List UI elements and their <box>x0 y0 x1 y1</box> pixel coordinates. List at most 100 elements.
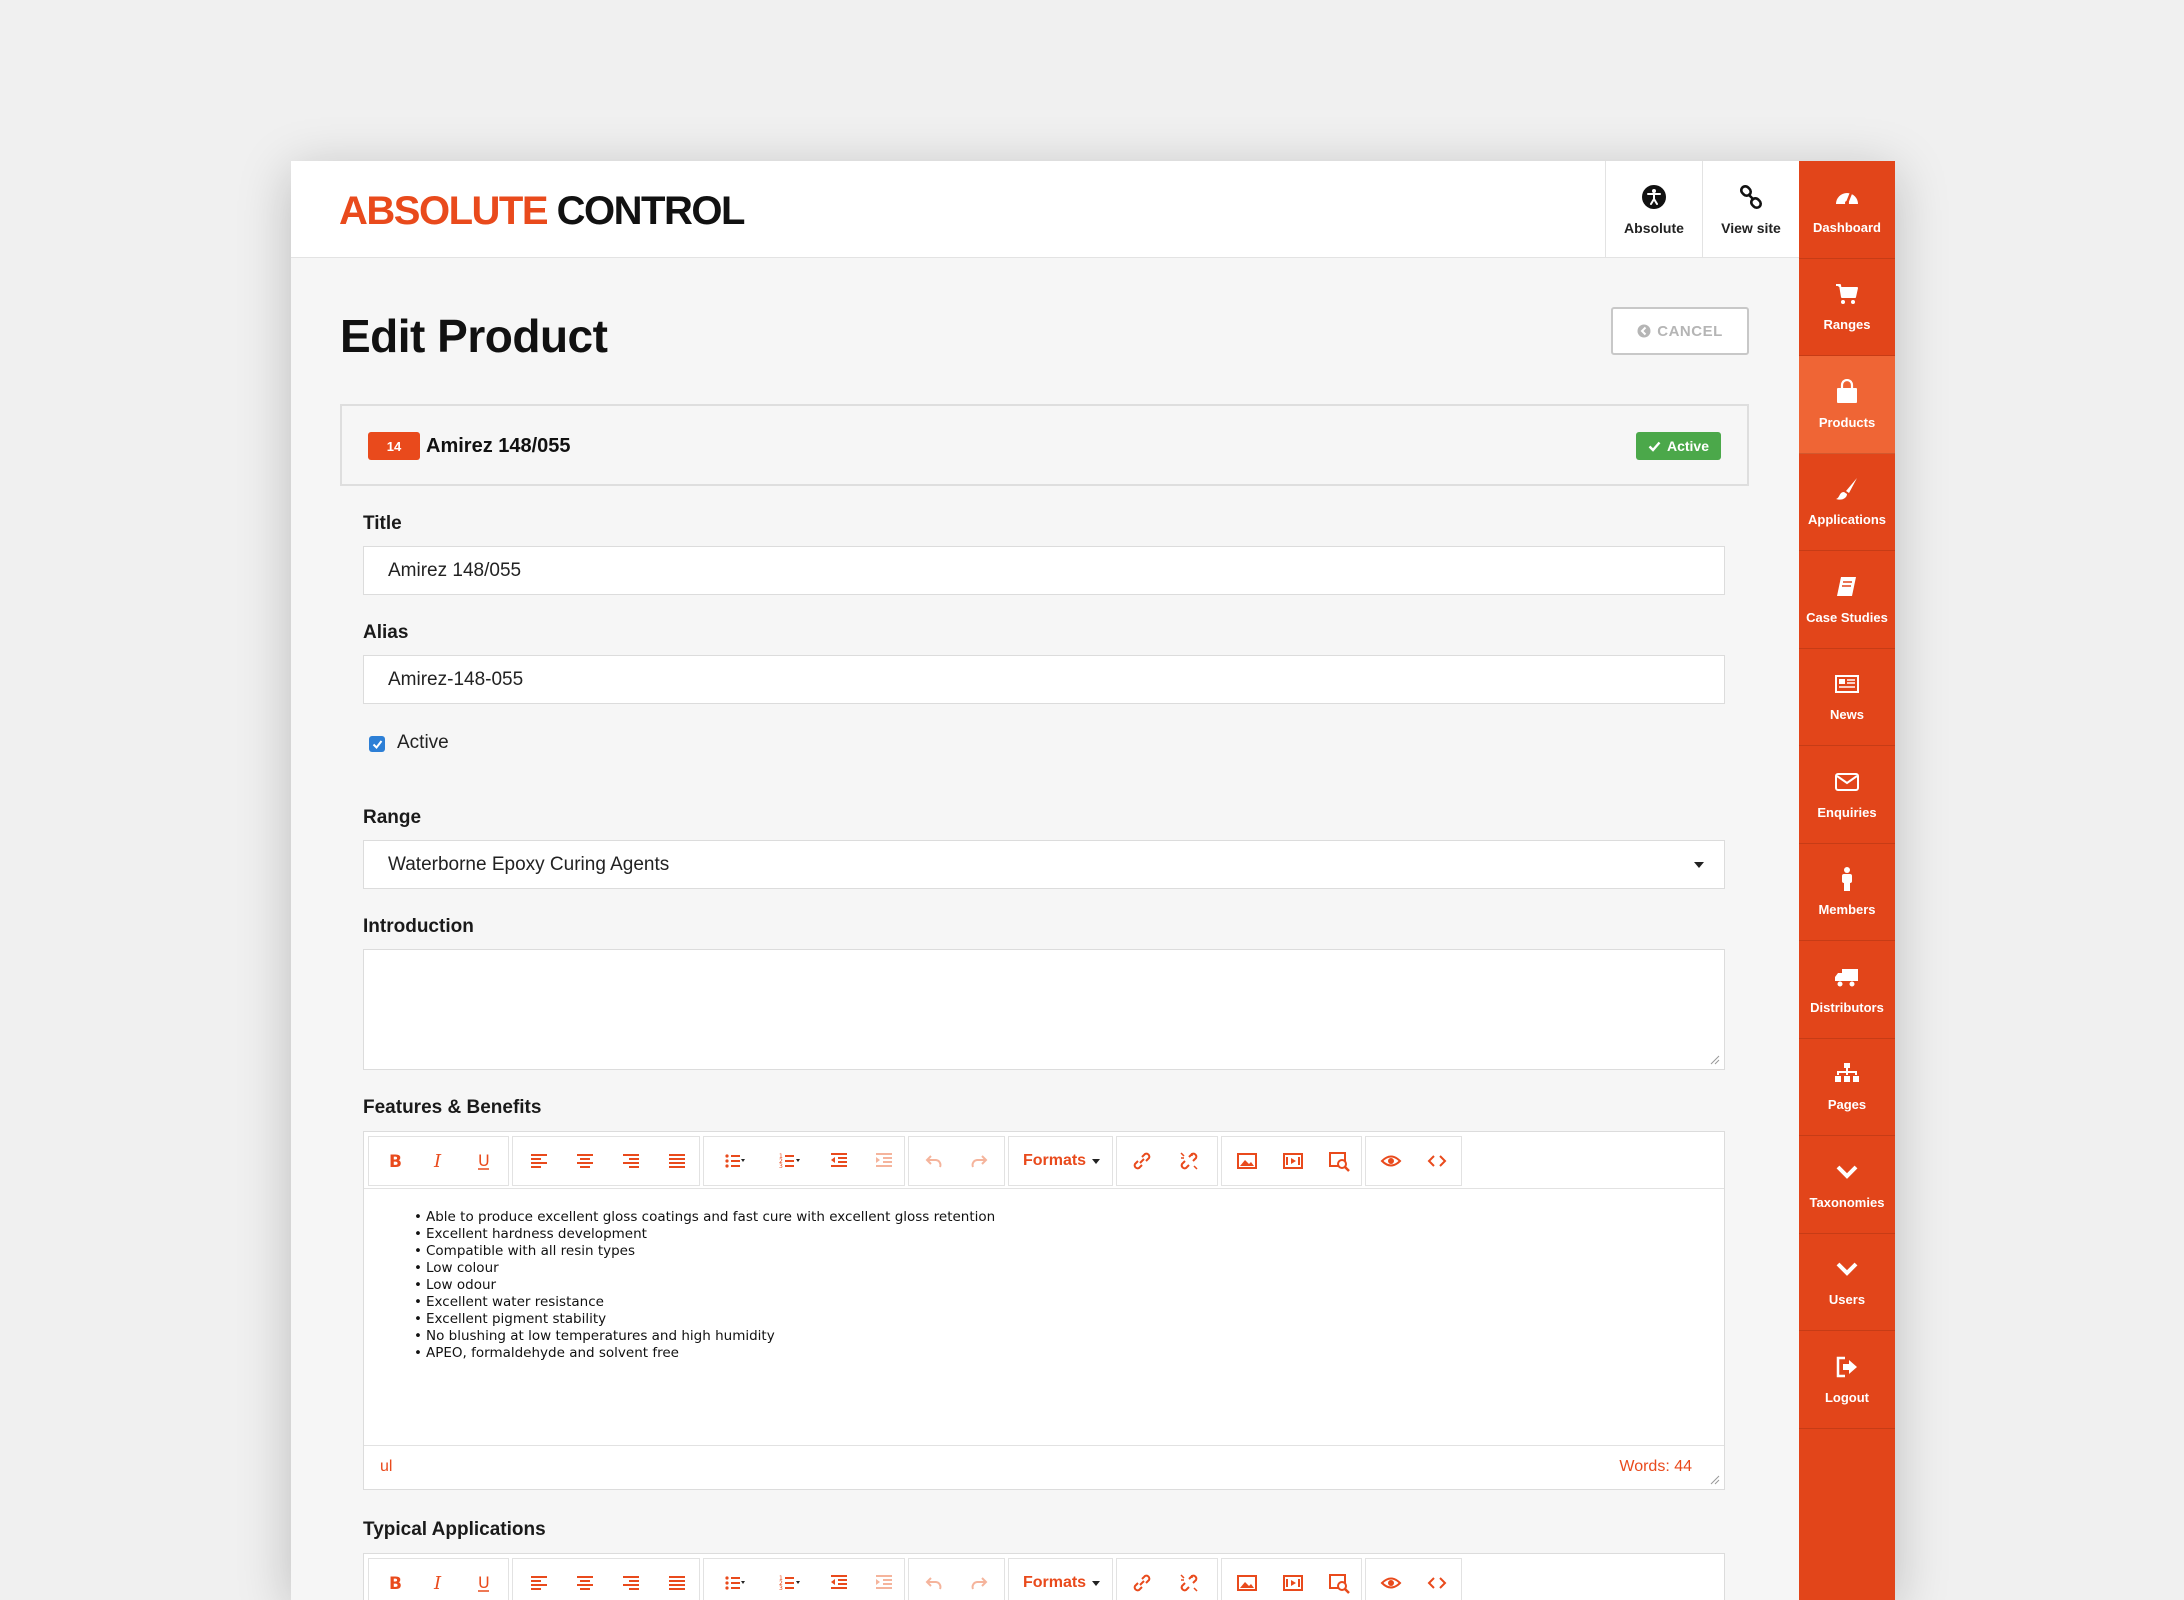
source-code-button[interactable] <box>1417 1136 1457 1186</box>
view-site-button[interactable]: View site <box>1702 161 1799 258</box>
undo-button[interactable] <box>914 1136 954 1186</box>
italic-button[interactable]: I <box>419 1136 459 1186</box>
record-name: Amirez 148/055 <box>426 435 571 457</box>
underline-button[interactable]: U <box>464 1136 504 1186</box>
checkmark-icon <box>372 739 382 749</box>
sidebar-item-users[interactable]: Users <box>1799 1234 1895 1331</box>
indent-button[interactable] <box>864 1558 904 1600</box>
sidebar-item-ranges[interactable]: Ranges <box>1799 259 1895 356</box>
formats-dropdown[interactable]: Formats <box>1014 1558 1109 1600</box>
title-input[interactable]: Amirez 148/055 <box>363 546 1725 595</box>
italic-button[interactable]: I <box>419 1558 459 1600</box>
element-path[interactable]: ul <box>380 1458 392 1476</box>
bullet-list-button[interactable] <box>709 1136 759 1186</box>
numbered-list-button[interactable]: 123 <box>764 1136 814 1186</box>
sidebar-item-logout[interactable]: Logout <box>1799 1331 1895 1429</box>
bullet-list-icon <box>725 1576 745 1590</box>
svg-text:U: U <box>478 1151 490 1170</box>
outdent-button[interactable] <box>819 1558 859 1600</box>
page-title: Edit Product <box>340 310 608 362</box>
file-browser-button[interactable] <box>1319 1558 1359 1600</box>
insert-image-button[interactable] <box>1227 1136 1267 1186</box>
cancel-button[interactable]: CANCEL <box>1611 307 1749 355</box>
numbered-list-button[interactable]: 123 <box>764 1558 814 1600</box>
file-browser-button[interactable] <box>1319 1136 1359 1186</box>
redo-button[interactable] <box>959 1136 999 1186</box>
range-select[interactable]: Waterborne Epoxy Curing Agents <box>363 840 1725 889</box>
book-icon <box>1837 576 1856 596</box>
preview-button[interactable] <box>1371 1136 1411 1186</box>
insert-link-button[interactable] <box>1122 1558 1162 1600</box>
list-item: Excellent pigment stability <box>414 1311 1724 1328</box>
align-left-button[interactable] <box>519 1558 559 1600</box>
sidebar-item-case-studies[interactable]: Case Studies <box>1799 551 1895 649</box>
numbered-list-icon: 123 <box>779 1575 800 1592</box>
typical-applications-editor: B I U 123 Formats <box>363 1553 1725 1600</box>
align-left-button[interactable] <box>519 1136 559 1186</box>
chevron-down-icon <box>1836 1165 1858 1179</box>
sidebar-item-pages[interactable]: Pages <box>1799 1039 1895 1136</box>
outdent-button[interactable] <box>819 1136 859 1186</box>
logo[interactable]: ABSOLUTE CONTROL <box>339 187 746 235</box>
align-justify-button[interactable] <box>657 1136 697 1186</box>
bold-button[interactable]: B <box>374 1558 414 1600</box>
unlink-button[interactable] <box>1169 1558 1209 1600</box>
sidebar-item-distributors[interactable]: Distributors <box>1799 941 1895 1039</box>
sidebar-item-members[interactable]: Members <box>1799 844 1895 941</box>
align-right-button[interactable] <box>611 1136 651 1186</box>
resize-handle-icon[interactable] <box>1708 1053 1720 1065</box>
sidebar-item-label: Taxonomies <box>1809 1194 1885 1210</box>
active-checkbox[interactable] <box>369 736 385 752</box>
undo-button[interactable] <box>914 1558 954 1600</box>
indent-button[interactable] <box>864 1136 904 1186</box>
active-checkbox-label[interactable]: Active <box>397 732 449 754</box>
sidebar-item-news[interactable]: News <box>1799 649 1895 746</box>
underline-button[interactable]: U <box>464 1558 504 1600</box>
sidebar-item-dashboard[interactable]: Dashboard <box>1799 161 1895 259</box>
unlink-button[interactable] <box>1169 1136 1209 1186</box>
insert-media-button[interactable] <box>1273 1136 1313 1186</box>
insert-image-button[interactable] <box>1227 1558 1267 1600</box>
source-code-button[interactable] <box>1417 1558 1457 1600</box>
code-icon <box>1427 1155 1447 1167</box>
dashboard-icon <box>1836 192 1858 205</box>
align-justify-button[interactable] <box>657 1558 697 1600</box>
svg-text:U: U <box>478 1573 490 1592</box>
sidebar-item-taxonomies[interactable]: Taxonomies <box>1799 1136 1895 1234</box>
absolute-button[interactable]: Absolute <box>1605 161 1702 258</box>
alias-input[interactable]: Amirez-148-055 <box>363 655 1725 704</box>
logo-control: CONTROL <box>556 189 746 233</box>
italic-icon: I <box>433 1151 442 1172</box>
align-left-icon <box>531 1576 547 1590</box>
formats-label: Formats <box>1022 1574 1087 1591</box>
align-center-button[interactable] <box>565 1136 605 1186</box>
sidebar-item-products[interactable]: Products <box>1799 356 1895 454</box>
sidebar-item-label: Enquiries <box>1817 804 1877 820</box>
resize-handle-icon[interactable] <box>1708 1473 1720 1485</box>
bullet-list-button[interactable] <box>709 1558 759 1600</box>
insert-link-button[interactable] <box>1122 1136 1162 1186</box>
list-item: Excellent water resistance <box>414 1294 1724 1311</box>
redo-button[interactable] <box>959 1558 999 1600</box>
sidebar-item-applications[interactable]: Applications <box>1799 454 1895 551</box>
list-item: Able to produce excellent gloss coatings… <box>414 1209 1724 1226</box>
sidebar-item-label: News <box>1830 707 1864 723</box>
editor-content[interactable]: Able to produce excellent gloss coatings… <box>364 1189 1724 1445</box>
bold-button[interactable]: B <box>374 1136 414 1186</box>
sidebar-item-label: Distributors <box>1810 999 1884 1015</box>
insert-media-button[interactable] <box>1273 1558 1313 1600</box>
preview-button[interactable] <box>1371 1558 1411 1600</box>
indent-icon <box>876 1153 892 1167</box>
formats-dropdown[interactable]: Formats <box>1014 1136 1109 1186</box>
formats-label: Formats <box>1022 1152 1087 1169</box>
align-right-icon <box>623 1154 639 1168</box>
indent-icon <box>876 1575 892 1589</box>
list-item: No blushing at low temperatures and high… <box>414 1328 1724 1345</box>
cart-icon <box>1836 284 1858 305</box>
align-center-button[interactable] <box>565 1558 605 1600</box>
introduction-textarea[interactable] <box>363 949 1725 1070</box>
accessibility-icon <box>1642 184 1666 209</box>
sidebar-item-enquiries[interactable]: Enquiries <box>1799 746 1895 844</box>
sidebar-item-label: Ranges <box>1823 317 1871 333</box>
align-right-button[interactable] <box>611 1558 651 1600</box>
